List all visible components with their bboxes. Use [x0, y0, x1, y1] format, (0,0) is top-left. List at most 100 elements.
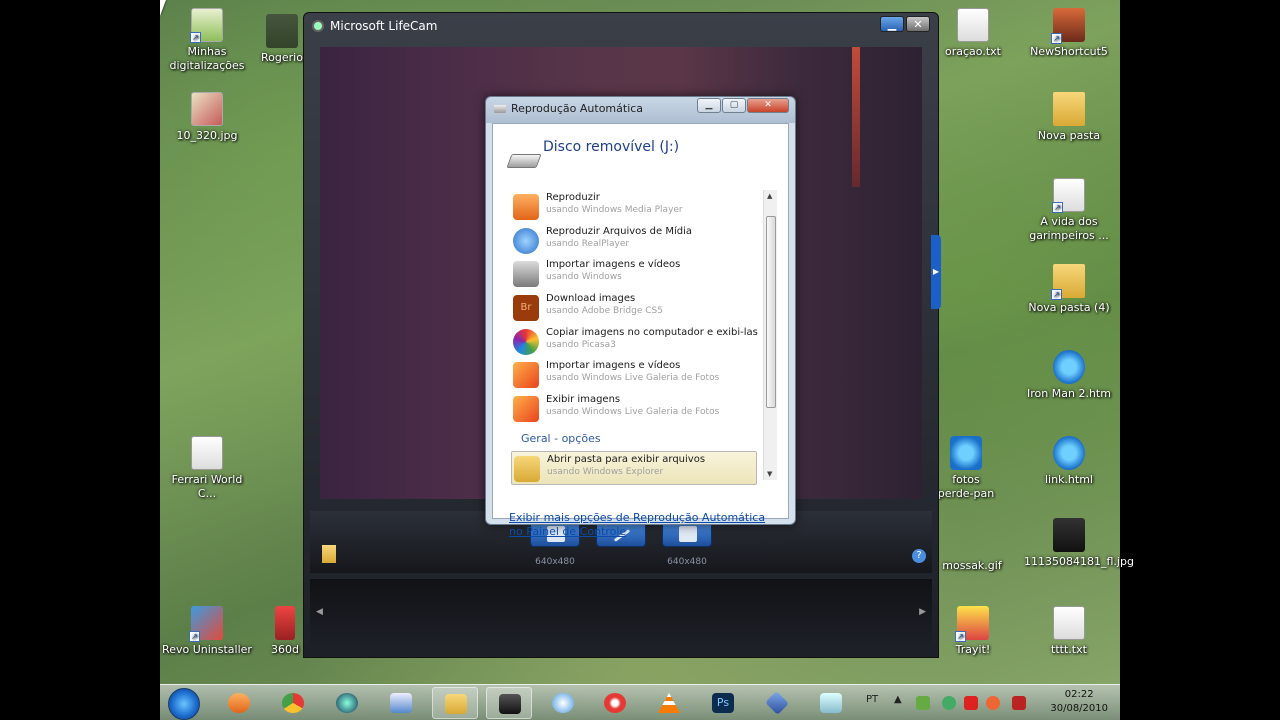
network-icon — [765, 691, 789, 715]
desktop-icon-label: Nova pasta (4) — [1028, 301, 1110, 314]
desktop-icon-trayit[interactable]: ↗ Trayit! — [928, 606, 1018, 657]
system-clock[interactable]: 02:22 30/08/2010 — [1050, 688, 1108, 716]
close-button[interactable]: ✕ — [747, 98, 789, 113]
option-import-windows[interactable]: Importar imagens e vídeos usando Windows — [511, 257, 777, 291]
taskbar-lifecam[interactable] — [486, 687, 532, 719]
desktop-icon-ferrari[interactable]: Ferrari World C... — [162, 436, 252, 501]
photo-gallery-icon — [513, 362, 539, 389]
camera-icon — [513, 261, 539, 288]
text-file-icon — [957, 8, 989, 42]
ie-icon — [1053, 350, 1085, 384]
language-indicator[interactable]: PT — [866, 694, 878, 705]
desktop-icon-nova-pasta[interactable]: Nova pasta — [1024, 92, 1114, 143]
options-scrollbar[interactable]: ▲ ▼ — [763, 190, 777, 480]
scroll-left-icon[interactable]: ◀ — [316, 607, 323, 617]
tray-network-icon[interactable] — [1012, 696, 1026, 710]
minimize-button[interactable]: ▁ — [880, 16, 904, 32]
desktop-icon-iron-man-2[interactable]: Iron Man 2.htm — [1024, 350, 1114, 401]
image-file-icon — [1053, 518, 1085, 552]
desktop-icon-a-vida-dos-garimpeiros[interactable]: ↗ A vida dos garimpeiros ... — [1024, 178, 1114, 243]
desktop-icon-oracao-txt[interactable]: oraçao.txt — [928, 8, 1018, 59]
taskbar-app-vb[interactable] — [378, 687, 424, 719]
desktop-icon-newshortcut5[interactable]: ↗ NewShortcut5 — [1024, 8, 1114, 59]
desktop-icon-mossak-gif[interactable]: mossak.gif — [936, 522, 1008, 573]
scroll-right-icon[interactable]: ▶ — [919, 607, 926, 617]
taskbar-app-window[interactable] — [808, 687, 854, 719]
desktop-icon-revo-uninstaller[interactable]: ↗ Revo Uninstaller — [162, 606, 252, 657]
desktop-icon-11135084181[interactable]: 11135084181_fl.jpg — [1024, 518, 1134, 569]
option-import-live-gallery[interactable]: Importar imagens e vídeos usando Windows… — [511, 358, 777, 392]
desktop-icon-label: Iron Man 2.htm — [1027, 387, 1111, 400]
help-icon[interactable]: ? — [912, 549, 926, 563]
option-copy-picasa[interactable]: Copiar imagens no computador e exibi-las… — [511, 325, 777, 359]
folder-icon: ↗ — [1051, 264, 1085, 300]
scroll-up-icon[interactable]: ▲ — [767, 192, 772, 200]
photo-resolution: 640x480 — [535, 557, 575, 567]
show-hidden-icons-button[interactable]: ▲ — [894, 694, 902, 705]
close-button[interactable]: ✕ — [906, 16, 930, 32]
picasa-icon — [513, 328, 539, 355]
file-icon: ↗ — [1052, 178, 1085, 213]
taskbar-photoshop[interactable]: Ps — [700, 687, 746, 719]
desktop-icon-nova-pasta-4[interactable]: ↗ Nova pasta (4) — [1024, 264, 1114, 315]
option-view-live-gallery[interactable]: Exibir imagens usando Windows Live Galer… — [511, 392, 777, 426]
scroll-down-icon[interactable]: ▼ — [767, 470, 772, 478]
photoshop-icon: Ps — [712, 693, 734, 713]
tray-alert-icon[interactable] — [986, 696, 1000, 710]
desktop-icon-label: Nova pasta — [1037, 129, 1101, 142]
messenger-icon — [552, 693, 574, 713]
tray-app-icon[interactable] — [916, 696, 930, 710]
taskbar-vlc[interactable] — [646, 687, 692, 719]
webcam-icon — [499, 694, 521, 714]
folder-icon — [266, 14, 298, 48]
option-play-realplayer[interactable]: Reproduzir Arquivos de Mídia usando Real… — [511, 224, 777, 258]
image-file-icon — [191, 92, 223, 126]
adobe-bridge-icon: Br — [513, 295, 539, 322]
media-player-icon — [513, 194, 539, 220]
desktop-icon-label: 360d — [271, 643, 299, 656]
desktop-icon-tttt-txt[interactable]: tttt.txt — [1024, 606, 1114, 657]
start-button[interactable] — [168, 688, 200, 720]
taskbar-power[interactable] — [592, 687, 638, 719]
desktop-icon-fotos-perde-pan[interactable]: fotos perde-pan — [936, 436, 996, 501]
taskbar-messenger[interactable] — [540, 687, 586, 719]
desktop-icon-360[interactable]: 360d — [262, 606, 308, 657]
autoplay-dialog[interactable]: Reprodução Automática ▁ ▢ ✕ Disco removí… — [485, 96, 796, 538]
window-icon — [820, 693, 842, 713]
folder-icon — [445, 694, 467, 714]
power-icon — [604, 693, 626, 713]
app-icon — [275, 606, 295, 640]
taskbar-chrome[interactable] — [270, 687, 316, 719]
clock-time: 02:22 — [1064, 689, 1094, 700]
desktop-icon-label: NewShortcut5 — [1030, 45, 1108, 58]
option-download-bridge[interactable]: Br Download images usando Adobe Bridge C… — [511, 291, 777, 325]
video-resolution: 640x480 — [667, 557, 707, 567]
mouse-cursor-icon — [160, 0, 172, 16]
maximize-button[interactable]: ▢ — [722, 98, 746, 113]
desktop-icon-label: link.html — [1044, 473, 1093, 486]
desktop-icon-label: mossak.gif — [942, 559, 1002, 572]
minimize-button[interactable]: ▁ — [697, 98, 721, 113]
option-play-wmp[interactable]: Reproduzir usando Windows Media Player — [511, 190, 777, 224]
scrollbar-thumb[interactable] — [766, 216, 776, 408]
tray-security-icon[interactable] — [942, 696, 956, 710]
taskbar-media-player[interactable] — [216, 687, 262, 719]
media-player-icon — [228, 693, 250, 713]
shortcut-arrow-icon: ↗ — [1051, 289, 1062, 300]
tray-acrobat-icon[interactable] — [964, 696, 978, 710]
taskbar-explorer[interactable] — [432, 687, 478, 719]
option-open-folder[interactable]: Abrir pasta para exibir arquivos usando … — [511, 450, 757, 485]
desktop-icon-link-html[interactable]: link.html — [1024, 436, 1114, 487]
more-autoplay-options-link[interactable]: Exibir mais opções de Reprodução Automát… — [509, 511, 769, 539]
lifecam-titlebar[interactable]: Microsoft LifeCam ▁ ✕ — [304, 13, 938, 39]
desktop-icon-label: 11135084181_fl.jpg — [1024, 555, 1134, 568]
scanner-folder-icon: ↗ — [190, 8, 223, 43]
taskbar-app-globe[interactable] — [324, 687, 370, 719]
folder-icon[interactable] — [322, 545, 336, 563]
drive-title: Disco removível (J:) — [543, 139, 680, 155]
desktop-icon-10-320-jpg[interactable]: 10_320.jpg — [162, 92, 252, 143]
side-panel-toggle[interactable]: ▶ — [931, 235, 941, 309]
taskbar-app-network[interactable] — [754, 687, 800, 719]
globe-icon — [336, 693, 358, 713]
lifecam-logo-icon — [312, 20, 324, 32]
